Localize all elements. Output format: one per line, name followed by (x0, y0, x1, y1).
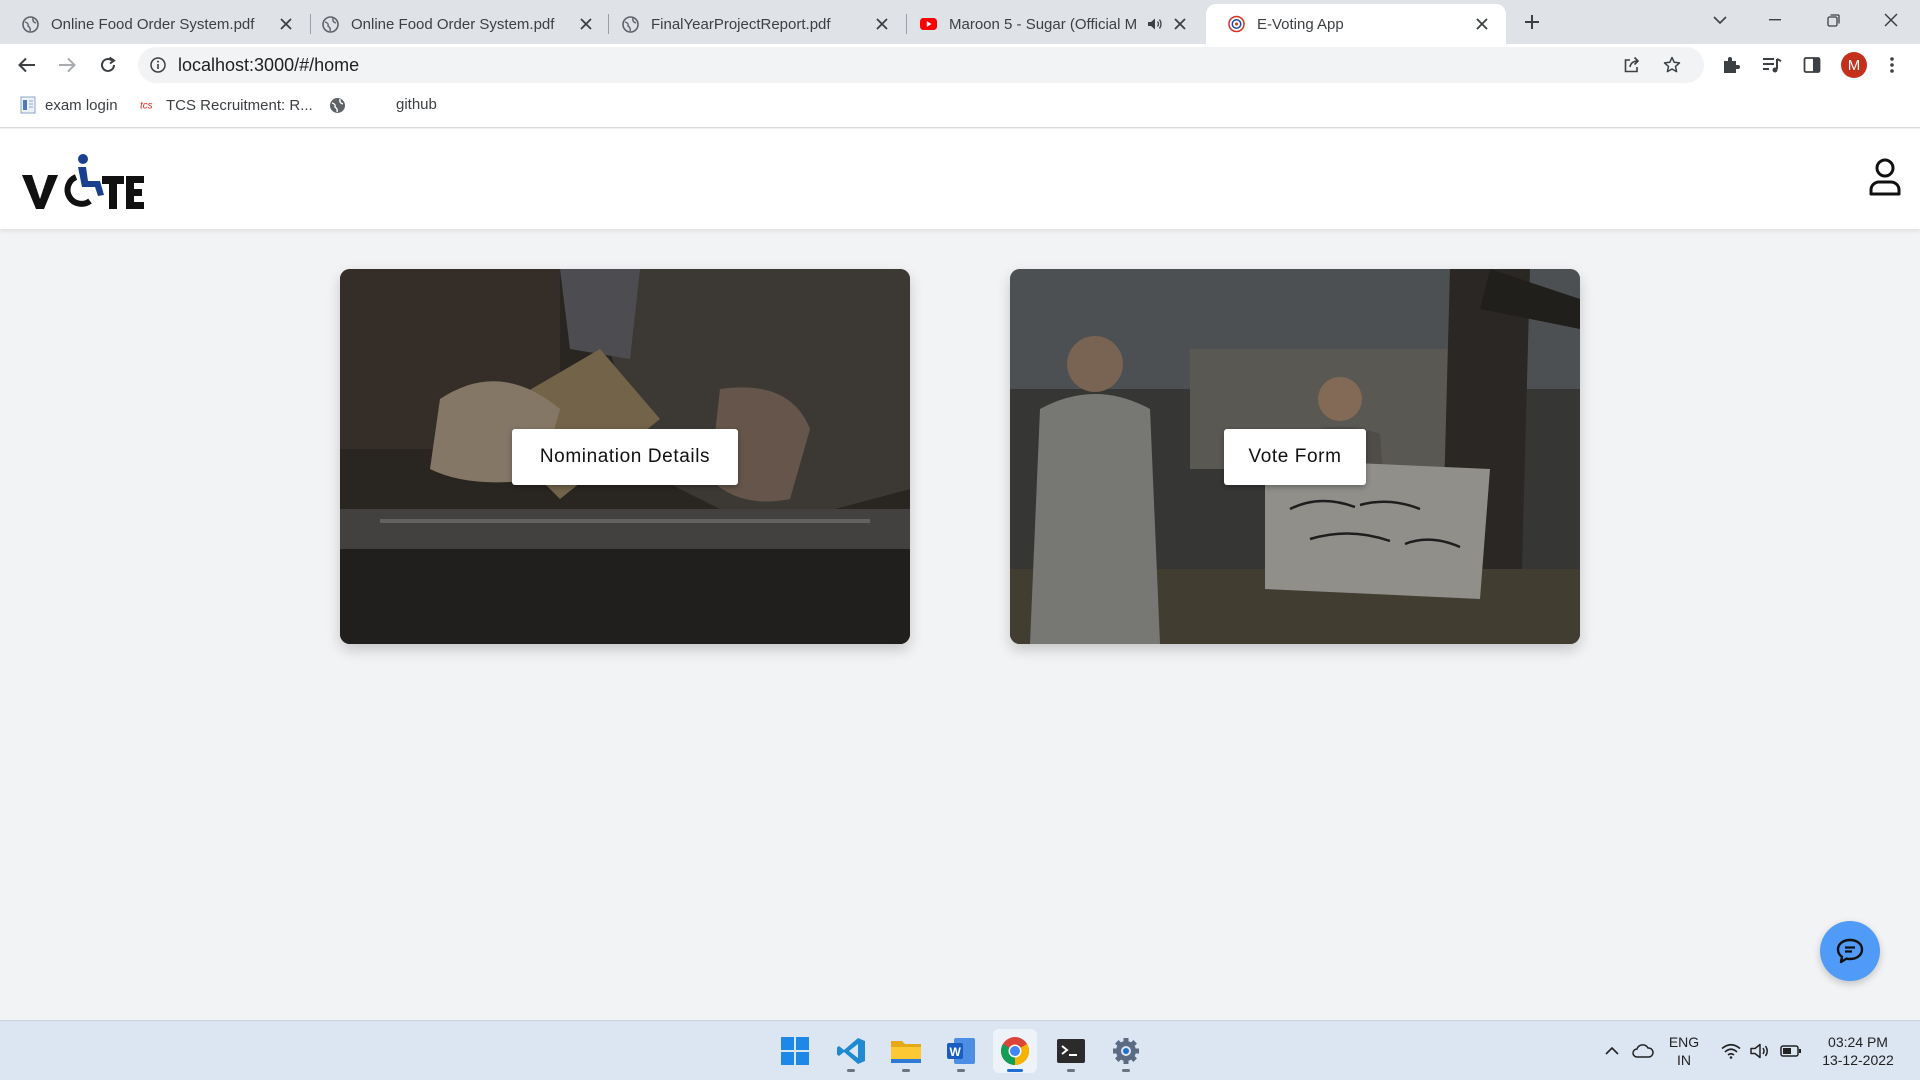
close-icon[interactable] (576, 14, 596, 34)
youtube-icon (920, 16, 937, 33)
globe-icon (622, 15, 639, 33)
info-icon[interactable] (148, 55, 168, 75)
speaker-icon[interactable] (1146, 15, 1164, 33)
nomination-details-button[interactable]: Nomination Details (512, 429, 738, 485)
tab-title: Online Food Order System.pdf (51, 15, 255, 33)
media-control-icon[interactable] (1761, 54, 1783, 76)
nomination-card[interactable]: Nomination Details (340, 269, 910, 644)
running-indicator (1122, 1069, 1130, 1072)
reload-button[interactable] (91, 48, 125, 82)
settings-icon[interactable] (1104, 1029, 1148, 1073)
tab-search-button[interactable] (1693, 0, 1747, 40)
bookmark-star-icon[interactable] (1662, 55, 1682, 75)
bookmark-label: exam login (45, 96, 118, 114)
close-icon[interactable] (1170, 14, 1190, 34)
svg-text:W: W (950, 1045, 962, 1059)
tcs-icon: tcs (140, 96, 158, 114)
file-explorer-icon[interactable] (884, 1029, 928, 1073)
region-code: IN (1677, 1052, 1691, 1068)
tab-title: Online Food Order System.pdf (351, 15, 555, 33)
vscode-icon[interactable] (829, 1029, 873, 1073)
browser-tab-active[interactable]: E-Voting App (1206, 4, 1506, 44)
close-icon[interactable] (872, 14, 892, 34)
browser-tab[interactable]: FinalYearProjectReport.pdf (600, 4, 906, 44)
bookmark-label: TCS Recruitment: R... (166, 96, 313, 114)
tab-title: Maroon 5 - Sugar (Official M (949, 15, 1138, 33)
vote-logo[interactable]: V TE (20, 151, 144, 211)
svg-text:tcs: tcs (140, 101, 153, 112)
share-icon[interactable] (1622, 55, 1642, 75)
running-indicator (1007, 1069, 1023, 1072)
tab-title: E-Voting App (1257, 15, 1344, 33)
running-indicator (957, 1069, 965, 1072)
windows-start-icon[interactable] (773, 1029, 817, 1073)
document-icon (19, 96, 37, 114)
browser-tab[interactable]: Online Food Order System.pdf (0, 4, 310, 44)
chat-icon (1836, 938, 1864, 964)
side-panel-icon[interactable] (1801, 54, 1823, 76)
close-icon[interactable] (1472, 14, 1492, 34)
chrome-icon[interactable] (993, 1029, 1037, 1073)
bookmark-label: github (396, 96, 437, 113)
profile-avatar[interactable]: M (1841, 52, 1867, 78)
browser-tab[interactable]: Maroon 5 - Sugar (Official M (898, 4, 1204, 44)
wifi-icon[interactable] (1720, 1039, 1742, 1063)
vote-favicon-icon (1228, 15, 1245, 33)
running-indicator (1067, 1069, 1075, 1072)
bookmark-globe[interactable] (328, 96, 354, 114)
app-header: V TE (0, 129, 1920, 229)
user-icon[interactable] (1868, 157, 1902, 197)
browser-toolbar: localhost:3000/#/home (0, 44, 1920, 86)
back-button[interactable] (10, 48, 44, 82)
bookmarks-bar: exam login tcs TCS Recruitment: R... git… (0, 86, 1920, 128)
clock-date: 13-12-2022 (1822, 1052, 1894, 1068)
running-indicator (902, 1069, 910, 1072)
browser-tab[interactable]: Online Food Order System.pdf (300, 4, 610, 44)
minimize-button[interactable] (1748, 0, 1802, 40)
address-bar[interactable]: localhost:3000/#/home (138, 47, 1704, 83)
battery-icon[interactable] (1779, 1039, 1803, 1063)
globe-icon (322, 15, 339, 33)
vote-form-button[interactable]: Vote Form (1224, 429, 1366, 485)
terminal-icon[interactable] (1049, 1029, 1093, 1073)
chevron-up-icon[interactable] (1602, 1039, 1622, 1063)
running-indicator (847, 1069, 855, 1072)
bookmark-exam-login[interactable]: exam login (19, 96, 118, 114)
forward-button[interactable] (50, 48, 84, 82)
clock-time: 03:24 PM (1828, 1034, 1888, 1050)
clock[interactable]: 03:24 PM 13-12-2022 (1816, 1033, 1900, 1069)
volume-icon[interactable] (1749, 1039, 1771, 1063)
bookmark-tcs[interactable]: tcs TCS Recruitment: R... (140, 96, 313, 114)
logo-text: V TE (144, 151, 145, 152)
language-code: ENG (1668, 1034, 1700, 1050)
close-icon[interactable] (276, 14, 296, 34)
bookmark-github[interactable]: github (396, 96, 437, 113)
globe-icon (328, 96, 346, 114)
new-tab-button[interactable] (1515, 5, 1549, 39)
vote-form-card[interactable]: Vote Form (1010, 269, 1580, 644)
word-icon[interactable]: W (939, 1029, 983, 1073)
address-url: localhost:3000/#/home (178, 55, 360, 75)
browser-tab-strip: Online Food Order System.pdf Online Food… (0, 0, 1920, 44)
windows-taskbar: W ENG IN 03:24 PM 13-12-2022 (0, 1020, 1920, 1080)
globe-icon (22, 15, 39, 33)
close-window-button[interactable] (1864, 0, 1918, 40)
more-menu-icon[interactable] (1881, 54, 1903, 76)
restore-button[interactable] (1806, 0, 1860, 40)
chat-button[interactable] (1820, 921, 1880, 981)
onedrive-icon[interactable] (1630, 1039, 1656, 1063)
tab-title: FinalYearProjectReport.pdf (651, 15, 831, 33)
extensions-icon[interactable] (1720, 54, 1742, 76)
language-indicator[interactable]: ENG IN (1664, 1033, 1704, 1069)
